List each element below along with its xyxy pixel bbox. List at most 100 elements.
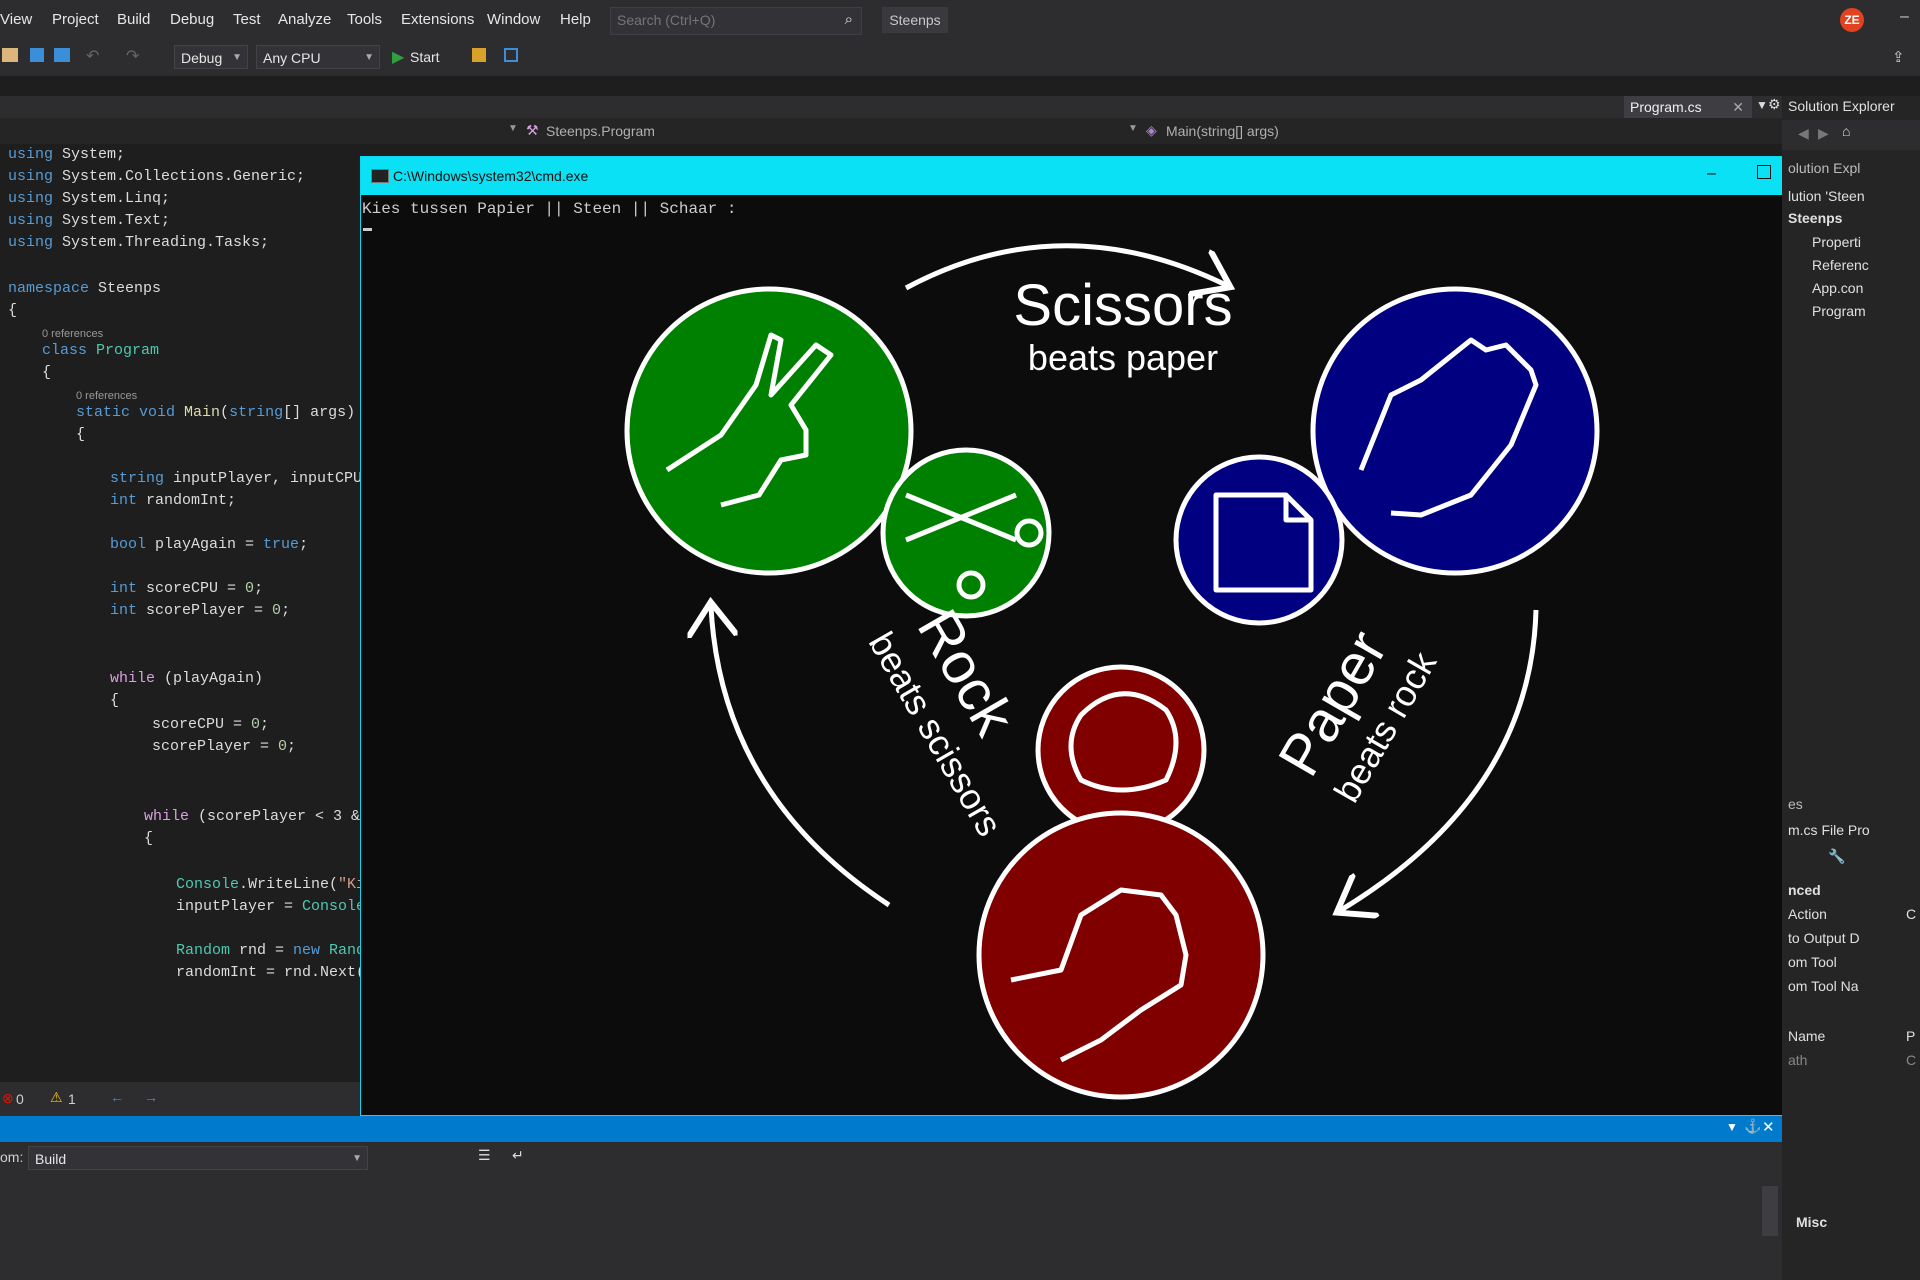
navigation-bar: ▼ ⚒ Steenps.Program ▼ ◈ Main(string[] ar… — [0, 118, 1782, 144]
output-source-value: Build — [35, 1151, 67, 1167]
cmd-window: C:\Windows\system32\cmd.exe – ✕ Kies tus… — [360, 156, 1842, 1116]
menu-test[interactable]: Test — [233, 11, 261, 28]
properties-header: es — [1788, 796, 1803, 812]
avatar[interactable]: ZE — [1840, 8, 1864, 32]
warning-icon[interactable]: ⚠ — [50, 1089, 63, 1106]
property-name[interactable]: to Output D — [1788, 930, 1860, 946]
cmd-title-bar[interactable]: C:\Windows\system32\cmd.exe – ✕ — [361, 157, 1841, 195]
close-icon[interactable]: ✕ — [1732, 96, 1744, 118]
wrench-icon[interactable]: 🔧 — [1828, 848, 1845, 865]
open-folder-icon[interactable] — [2, 48, 18, 62]
maximize-icon[interactable] — [1757, 165, 1771, 179]
code-line: scoreCPU = 0; — [152, 716, 270, 733]
toolbox-icon[interactable] — [472, 48, 486, 62]
console-output[interactable]: Kies tussen Papier || Steen || Schaar : — [361, 195, 1823, 1115]
code-line: Random rnd = new Rando — [176, 942, 375, 959]
save-icon[interactable] — [30, 48, 44, 62]
member-path[interactable]: Main(string[] args) — [1166, 123, 1279, 139]
menu-tools[interactable]: Tools — [347, 11, 382, 28]
property-name[interactable]: om Tool — [1788, 954, 1837, 970]
property-name[interactable]: Action — [1788, 906, 1827, 922]
play-icon[interactable]: ▶ — [392, 47, 404, 67]
undo-icon[interactable]: ↶ — [86, 46, 99, 66]
property-value[interactable]: P — [1906, 1028, 1915, 1044]
show-output-from-label: om: — [0, 1149, 24, 1165]
pin-icon[interactable]: ⚓ — [1744, 1118, 1761, 1135]
code-line: while (playAgain) — [110, 670, 264, 687]
property-value[interactable]: C — [1906, 1052, 1916, 1068]
platform-select[interactable]: Any CPU ▼ — [256, 45, 380, 69]
chevron-down-icon[interactable]: ▼ — [1726, 1120, 1738, 1134]
menu-window[interactable]: Window — [487, 11, 540, 28]
code-editor[interactable]: using System; using System.Collections.G… — [0, 144, 374, 1082]
gear-icon[interactable]: ⚙ — [1768, 96, 1781, 113]
error-icon[interactable]: ⊗ — [2, 1090, 14, 1107]
properties-section: nced — [1788, 882, 1821, 898]
menu-debug[interactable]: Debug — [170, 11, 214, 28]
scissors-subtitle: beats paper — [1028, 337, 1218, 378]
back-arrow-icon[interactable]: ← — [110, 1089, 124, 1105]
search-solution-label[interactable]: olution Expl — [1788, 160, 1860, 176]
code-line: using System; — [8, 146, 126, 163]
tree-item-solution[interactable]: lution 'Steen — [1788, 188, 1865, 204]
property-value[interactable]: C — [1906, 906, 1916, 922]
menu-analyze[interactable]: Analyze — [278, 11, 331, 28]
share-icon[interactable]: ⇪ — [1892, 48, 1905, 66]
tree-item-program[interactable]: Program — [1812, 303, 1866, 319]
window-icon[interactable] — [504, 48, 518, 62]
chevron-down-icon: ▼ — [364, 52, 374, 63]
solution-explorer-toolbar: ◀ ▶ ⌂ — [1782, 120, 1920, 150]
tree-item-appconfig[interactable]: App.con — [1812, 280, 1863, 296]
start-button[interactable]: Start — [410, 49, 440, 65]
menu-view[interactable]: View — [0, 11, 32, 28]
tree-item-properties[interactable]: Properti — [1812, 234, 1861, 250]
config-select[interactable]: Debug ▼ — [174, 45, 248, 69]
output-source-select[interactable]: Build ▼ — [28, 1146, 368, 1170]
chevron-down-icon[interactable]: ▼ — [508, 123, 518, 134]
rock-hand-circle — [976, 810, 1266, 1100]
codelens-references[interactable]: 0 references — [76, 390, 137, 402]
word-wrap-icon[interactable]: ↵ — [512, 1147, 524, 1164]
property-name[interactable]: Name — [1788, 1028, 1825, 1044]
menu-build[interactable]: Build — [117, 11, 150, 28]
solution-explorer-title: Solution Explorer — [1788, 98, 1895, 114]
code-line: using System.Collections.Generic; — [8, 168, 306, 185]
home-icon[interactable]: ⌂ — [1842, 123, 1850, 139]
output-scrollbar[interactable] — [1762, 1186, 1778, 1236]
minimize-icon[interactable]: – — [1900, 8, 1909, 26]
save-all-icon[interactable] — [54, 48, 70, 62]
clear-all-icon[interactable]: ☰ — [478, 1147, 491, 1164]
chevron-down-icon[interactable]: ▼ — [1756, 98, 1768, 112]
menu-project[interactable]: Project — [52, 11, 99, 28]
menu-help[interactable]: Help — [560, 11, 591, 28]
search-icon[interactable]: ⌕ — [845, 11, 853, 28]
tab-label: Program.cs — [1630, 99, 1702, 115]
cmd-title: C:\Windows\system32\cmd.exe — [393, 168, 589, 184]
code-line: static void Main(string[] args) — [76, 404, 356, 421]
code-line: string inputPlayer, inputCPU; — [110, 470, 372, 487]
forward-arrow-icon[interactable]: → — [144, 1089, 158, 1105]
search-input[interactable] — [611, 8, 843, 32]
rps-diagram: Scissors beats paper Rock beats scissors… — [624, 243, 1600, 1100]
tab-program-cs[interactable]: Program.cs ✕ — [1624, 96, 1752, 118]
search-box: ⌕ — [610, 7, 862, 35]
menu-extensions[interactable]: Extensions — [401, 11, 474, 28]
redo-icon[interactable]: ↷ — [126, 46, 139, 66]
property-name[interactable]: om Tool Na — [1788, 978, 1859, 994]
property-name[interactable]: ath — [1788, 1052, 1807, 1068]
code-line: { — [144, 830, 154, 847]
tree-item-references[interactable]: Referenc — [1812, 257, 1869, 273]
codelens-references[interactable]: 0 references — [42, 328, 103, 340]
forward-icon[interactable]: ▶ — [1818, 125, 1829, 142]
minimize-icon[interactable]: – — [1707, 165, 1716, 183]
class-icon: ⚒ — [526, 122, 539, 138]
back-icon[interactable]: ◀ — [1798, 125, 1809, 142]
class-path[interactable]: Steenps.Program — [546, 123, 655, 139]
chevron-down-icon[interactable]: ▼ — [1128, 123, 1138, 134]
tree-item-project[interactable]: Steenps — [1788, 210, 1842, 226]
code-line: { — [110, 692, 120, 709]
code-line: using System.Linq; — [8, 190, 171, 207]
code-line: { — [76, 426, 86, 443]
arrow-rock-to-scissors — [711, 607, 891, 908]
close-icon[interactable]: ✕ — [1762, 1118, 1775, 1136]
